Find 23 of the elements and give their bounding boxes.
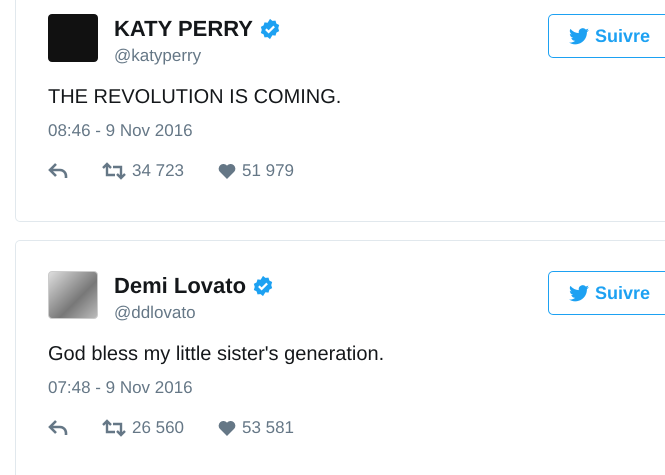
reply-icon[interactable] bbox=[48, 163, 68, 179]
reply-icon[interactable] bbox=[48, 420, 68, 436]
tweet-text: God bless my little sister's generation. bbox=[48, 343, 384, 366]
bird-icon bbox=[569, 284, 589, 302]
heart-icon[interactable] bbox=[218, 420, 236, 436]
tweet-text: THE REVOLUTION IS COMING. bbox=[48, 86, 342, 109]
tweet-timestamp[interactable]: 07:48 - 9 Nov 2016 bbox=[48, 378, 193, 398]
bird-icon bbox=[569, 28, 589, 44]
retweet-count: 34 723 bbox=[132, 161, 184, 181]
follow-button[interactable]: Suivre bbox=[548, 14, 665, 58]
retweet-icon[interactable] bbox=[102, 162, 126, 180]
heart-icon[interactable] bbox=[218, 163, 236, 179]
like-count: 51 979 bbox=[242, 161, 294, 181]
follow-button[interactable]: Suivre bbox=[548, 271, 665, 315]
user-handle[interactable]: @ddlovato bbox=[114, 303, 196, 323]
user-name[interactable]: Demi Lovato bbox=[114, 273, 246, 299]
user-name[interactable]: KATY PERRY bbox=[114, 16, 253, 42]
retweet-icon[interactable] bbox=[102, 419, 126, 437]
like-count: 53 581 bbox=[242, 418, 294, 438]
retweet-count: 26 560 bbox=[132, 418, 184, 438]
photo-placeholder[interactable] bbox=[48, 271, 98, 319]
tweet-timestamp[interactable]: 08:46 - 9 Nov 2016 bbox=[48, 121, 193, 141]
user-handle[interactable]: @katyperry bbox=[114, 46, 202, 66]
